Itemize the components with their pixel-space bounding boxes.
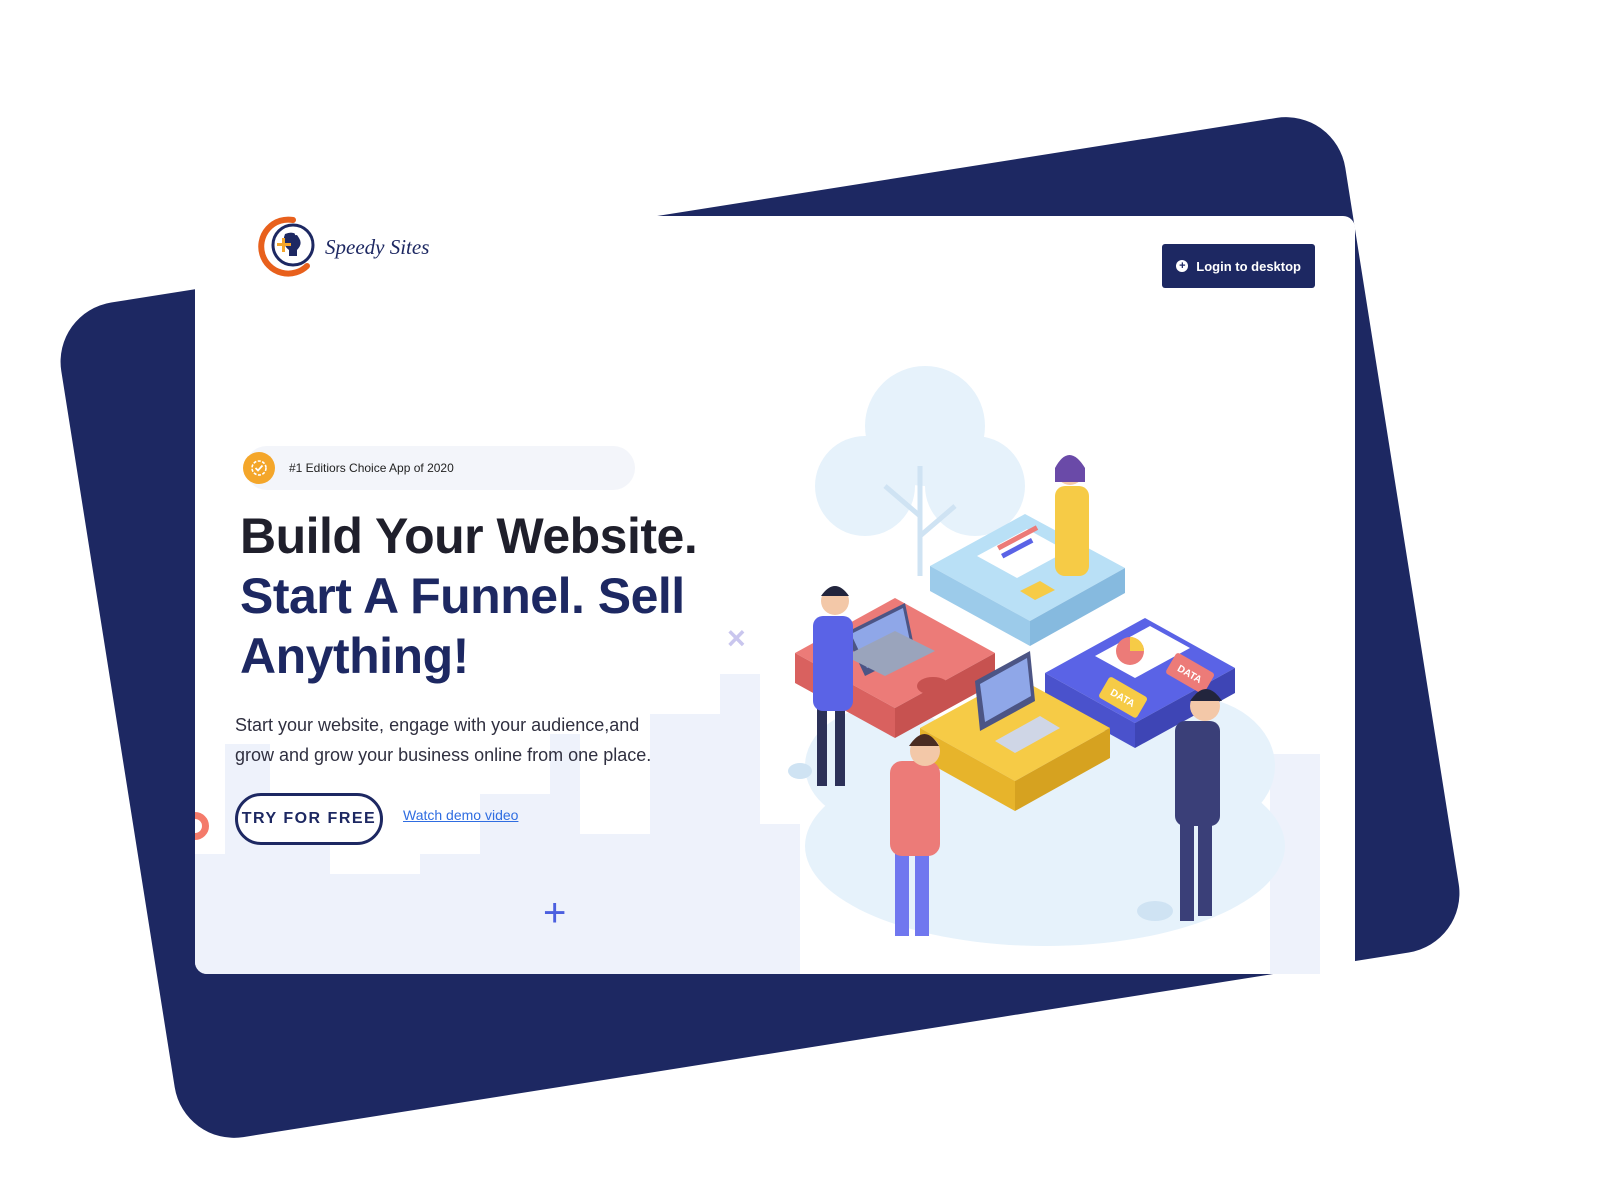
brand-logo[interactable]: Speedy Sites xyxy=(255,216,429,280)
login-button[interactable]: + Login to desktop xyxy=(1162,244,1315,288)
hero-subtext: Start your website, engage with your aud… xyxy=(235,715,652,765)
logo-text: Speedy Sites xyxy=(325,234,430,259)
watch-demo-link[interactable]: Watch demo video xyxy=(403,807,518,823)
teamwork-puzzle-illustration: DATA DATA xyxy=(788,366,1285,946)
headline-line-2: Start A Funnel. Sell xyxy=(240,568,685,624)
verified-check-icon xyxy=(243,452,275,484)
logo-icon xyxy=(258,216,315,277)
award-badge: #1 Editiors Choice App of 2020 xyxy=(243,446,635,490)
landing-page: Speedy Sites + Login to desktop #1 Editi… xyxy=(195,216,1355,974)
decorative-x-icon: × xyxy=(727,620,746,656)
decorative-plus-icon: + xyxy=(543,891,567,935)
login-button-label: Login to desktop xyxy=(1196,258,1301,274)
plus-circle-icon: + xyxy=(1176,260,1189,272)
hero-headline: Build Your Website. Start A Funnel. Sell… xyxy=(240,506,720,686)
award-badge-text: #1 Editiors Choice App of 2020 xyxy=(289,461,454,475)
headline-line-1: Build Your Website. xyxy=(240,508,698,564)
try-for-free-button[interactable]: TRY FOR FREE xyxy=(235,793,383,845)
headline-line-3: Anything! xyxy=(240,628,469,684)
